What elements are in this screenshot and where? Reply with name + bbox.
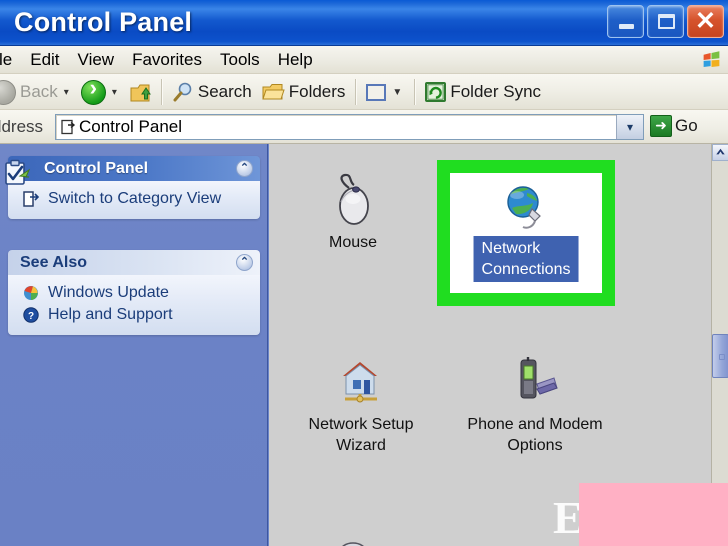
address-bar: ddress Control Panel ▾ Go xyxy=(0,110,728,144)
address-value: Control Panel xyxy=(79,117,183,136)
svg-text:?: ? xyxy=(28,311,34,322)
go-label: Go xyxy=(675,116,698,135)
sidebar-item-label: Windows Update xyxy=(48,284,169,301)
sidebar-panel-title: See Also xyxy=(20,253,87,271)
windows-update-icon xyxy=(24,286,38,300)
folder-sync-label: Folder Sync xyxy=(450,82,542,101)
sidebar-item-label: Help and Support xyxy=(48,306,173,323)
scroll-thumb[interactable] xyxy=(712,334,728,378)
search-button[interactable]: Search xyxy=(167,77,257,107)
control-panel-item-network-connections[interactable]: Network Connections xyxy=(450,173,602,293)
switch-view-icon xyxy=(23,191,40,207)
minimize-button[interactable] xyxy=(607,5,644,38)
go-button[interactable]: Go xyxy=(650,115,698,137)
control-panel-item-label: Network Connections xyxy=(473,236,579,282)
folder-sync-icon xyxy=(425,82,447,102)
menu-item-view[interactable]: View xyxy=(69,49,124,71)
window-controls: ✕ xyxy=(607,5,724,38)
forward-button[interactable]: ▾ xyxy=(76,75,124,107)
go-arrow-icon xyxy=(650,115,672,137)
network-connections-globe-icon xyxy=(499,183,553,233)
control-panel-item-phone-and-modem-options[interactable]: Phone and Modem Options xyxy=(445,354,625,456)
back-dropdown-caret[interactable]: ▾ xyxy=(64,87,69,98)
control-panel-window: Control Panel ✕ le Edit View Favorites T… xyxy=(0,0,728,546)
control-panel-clipboard-icon xyxy=(5,159,31,185)
sidebar-panel-control-panel: Control Panel ⌃ Switch to Category View xyxy=(8,156,260,219)
maximize-button[interactable] xyxy=(647,5,684,38)
up-folder-icon xyxy=(130,84,151,102)
sidebar-item-windows-update[interactable]: Windows Update xyxy=(8,282,260,304)
control-panel-item-label: Mouse xyxy=(328,234,378,251)
back-arrow-icon xyxy=(0,79,16,105)
forward-arrow-icon xyxy=(80,75,106,105)
sidebar-panel-header[interactable]: Control Panel ⌃ xyxy=(8,156,260,181)
views-button[interactable]: ▼ xyxy=(361,77,409,107)
sidebar-panel-title: Control Panel xyxy=(44,159,149,177)
back-button[interactable]: Back ▾ xyxy=(0,77,76,107)
title-bar: Control Panel ✕ xyxy=(0,0,728,46)
control-panel-item-partial-left[interactable] xyxy=(283,536,423,546)
sidebar-panel-header[interactable]: See Also ⌃ xyxy=(8,250,260,275)
folder-icon xyxy=(262,84,285,100)
up-button[interactable] xyxy=(124,77,156,107)
menu-bar: le Edit View Favorites Tools Help xyxy=(0,46,728,74)
toolbar-separator-2 xyxy=(355,79,357,105)
chevron-up-icon[interactable]: ⌃ xyxy=(236,160,253,177)
sidebar-item-switch-to-category-view[interactable]: Switch to Category View xyxy=(8,188,260,210)
search-label: Search xyxy=(197,82,252,101)
chevron-up-icon[interactable]: ⌃ xyxy=(236,254,253,271)
network-setup-wizard-icon xyxy=(333,354,389,410)
menu-item-favorites[interactable]: Favorites xyxy=(123,49,211,71)
control-panel-item-network-setup-wizard[interactable]: Network Setup Wizard xyxy=(277,354,445,456)
toolbar-separator-3 xyxy=(414,79,416,105)
scroll-up-button[interactable] xyxy=(712,144,728,161)
folders-button[interactable]: Folders xyxy=(257,77,351,107)
close-button[interactable]: ✕ xyxy=(687,5,724,38)
help-support-icon: ? xyxy=(23,307,39,323)
control-panel-item-label: Network Setup Wizard xyxy=(308,416,414,454)
sidebar-panel-body: Windows Update ? Help and Support xyxy=(8,275,260,335)
address-input[interactable]: Control Panel ▾ xyxy=(55,114,644,140)
partial-icon-left xyxy=(325,536,381,546)
menu-item-help[interactable]: Help xyxy=(269,49,322,71)
maximize-icon xyxy=(658,14,675,29)
toolbar: Back ▾ ▾ Search xyxy=(0,74,728,110)
control-panel-shortcut-icon xyxy=(61,119,76,135)
address-label: ddress xyxy=(0,117,44,136)
sidebar-panel-body: Switch to Category View xyxy=(8,181,260,219)
folders-label: Folders xyxy=(288,82,346,101)
toolbar-separator-1 xyxy=(160,79,162,105)
scroll-thumb-grip xyxy=(719,354,725,360)
sidebar-panel-see-also: See Also ⌃ Windows Update ? Help and Sup… xyxy=(8,250,260,335)
windows-flag-icon xyxy=(703,51,720,67)
minimize-icon xyxy=(619,24,634,29)
folder-sync-button[interactable]: Folder Sync xyxy=(420,77,546,107)
close-icon: ✕ xyxy=(695,7,716,35)
address-dropdown-button[interactable]: ▾ xyxy=(616,115,643,139)
mouse-icon xyxy=(325,172,381,228)
sidebar-item-help-and-support[interactable]: ? Help and Support xyxy=(8,304,260,326)
views-dropdown-caret[interactable]: ▼ xyxy=(392,87,402,98)
back-label: Back xyxy=(20,82,58,101)
magnifier-icon xyxy=(173,82,192,102)
green-highlight-box: Network Connections xyxy=(437,160,615,306)
forward-dropdown-caret[interactable]: ▾ xyxy=(112,87,117,98)
menu-item-edit[interactable]: Edit xyxy=(21,49,68,71)
menu-item-tools[interactable]: Tools xyxy=(211,49,269,71)
control-panel-item-mouse[interactable]: Mouse xyxy=(283,172,423,253)
phone-modem-icon xyxy=(507,354,563,410)
chevron-up-icon xyxy=(716,148,725,155)
pink-overlay-box xyxy=(579,483,728,546)
menu-item-file[interactable]: le xyxy=(0,49,21,71)
control-panel-item-label: Phone and Modem Options xyxy=(467,416,603,454)
sidebar-item-label: Switch to Category View xyxy=(48,190,222,207)
task-pane-sidebar: Control Panel ⌃ Switch to Category View xyxy=(0,144,268,546)
views-grid-icon xyxy=(366,83,387,101)
window-title: Control Panel xyxy=(14,7,193,37)
